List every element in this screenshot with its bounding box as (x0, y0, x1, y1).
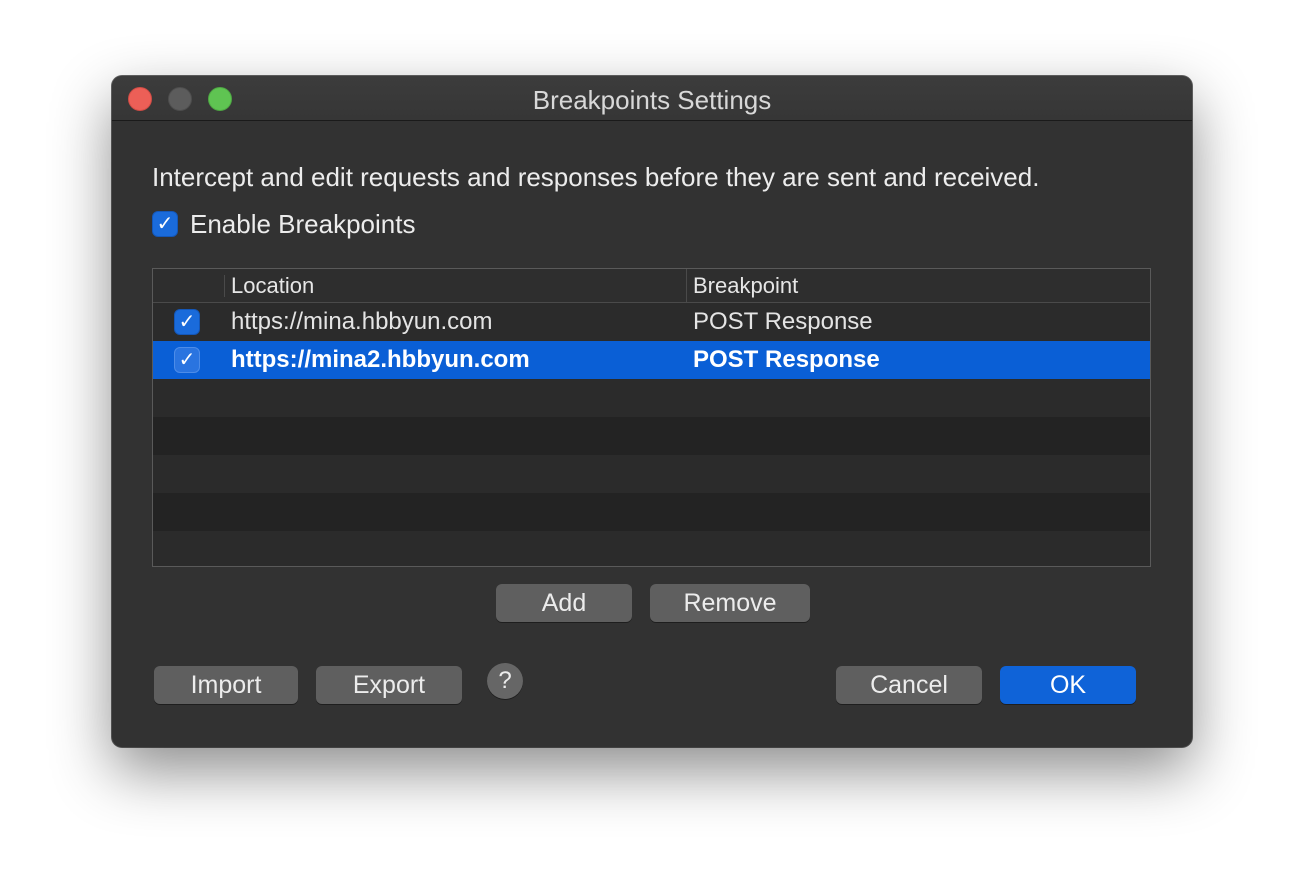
table-row[interactable]: ✓ https://mina.hbbyun.com POST Response (153, 303, 1150, 341)
row-enabled-cell: ✓ (174, 309, 200, 335)
breakpoints-table: Location Breakpoint ✓ https://mina.hbbyu… (152, 268, 1151, 567)
empty-table-row (153, 379, 1150, 417)
table-header: Location Breakpoint (153, 269, 1150, 303)
column-header-breakpoint[interactable]: Breakpoint (687, 269, 1150, 302)
row-breakpoint: POST Response (693, 346, 880, 373)
remove-button[interactable]: Remove (650, 584, 810, 622)
empty-table-row (153, 493, 1150, 531)
title-bar[interactable]: Breakpoints Settings (112, 76, 1192, 121)
column-header-location[interactable]: Location (225, 269, 687, 302)
enable-breakpoints-checkbox[interactable]: ✓ (152, 211, 178, 237)
window-title: Breakpoints Settings (532, 85, 772, 115)
table-body: ✓ https://mina.hbbyun.com POST Response … (153, 303, 1150, 566)
description-text: Intercept and edit requests and response… (152, 162, 1040, 192)
export-button[interactable]: Export (316, 666, 462, 704)
empty-table-row (153, 531, 1150, 566)
table-row-selected[interactable]: ✓ https://mina2.hbbyun.com POST Response (153, 341, 1150, 379)
help-icon[interactable]: ? (487, 663, 523, 699)
row-location: https://mina.hbbyun.com (231, 308, 493, 335)
column-header-enabled[interactable] (153, 275, 225, 297)
import-button[interactable]: Import (154, 666, 298, 704)
breakpoints-settings-window: Breakpoints Settings Intercept and edit … (112, 76, 1192, 747)
enable-breakpoints-label[interactable]: Enable Breakpoints (190, 209, 415, 240)
empty-table-row (153, 417, 1150, 455)
row-enabled-cell: ✓ (174, 347, 200, 373)
ok-button[interactable]: OK (1000, 666, 1136, 704)
row-breakpoint: POST Response (693, 308, 873, 335)
checkmark-icon: ✓ (178, 311, 196, 333)
checkmark-icon: ✓ (156, 213, 174, 235)
checkmark-icon: ✓ (178, 349, 196, 371)
cancel-button[interactable]: Cancel (836, 666, 982, 704)
add-button[interactable]: Add (496, 584, 632, 622)
enable-breakpoints-row[interactable]: ✓ Enable Breakpoints (152, 208, 415, 240)
row-enabled-checkbox[interactable]: ✓ (174, 309, 200, 335)
row-location: https://mina2.hbbyun.com (231, 346, 530, 373)
empty-table-row (153, 455, 1150, 493)
row-enabled-checkbox[interactable]: ✓ (174, 347, 200, 373)
